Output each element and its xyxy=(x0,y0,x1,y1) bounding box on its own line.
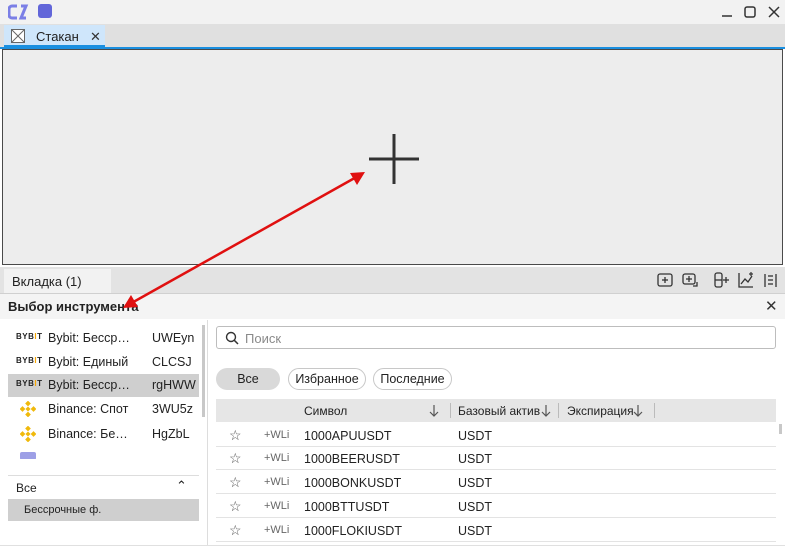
base-asset-cell: USDT xyxy=(458,524,493,538)
panel-header: Выбор инструмента ✕ xyxy=(0,294,785,319)
maximize-button[interactable] xyxy=(740,2,760,22)
bottom-divider xyxy=(0,545,785,546)
add-widget-plus-icon[interactable] xyxy=(369,134,419,184)
tab-label: Стакан xyxy=(36,29,79,44)
filter-favorites-button[interactable]: Избранное xyxy=(288,368,366,390)
tab-strip: Стакан ✕ xyxy=(0,24,785,49)
sort-arrow-icon[interactable] xyxy=(632,404,644,417)
chevron-up-icon[interactable]: ⌃ xyxy=(176,478,187,494)
symbol-cell: 1000FLOKIUSDT xyxy=(304,524,402,538)
star-icon[interactable]: ☆ xyxy=(229,498,242,515)
account-name: Bybit: Единый xyxy=(48,355,129,369)
add-list-icon[interactable] xyxy=(762,271,780,289)
search-box[interactable] xyxy=(216,326,776,349)
column-separator[interactable] xyxy=(558,403,559,418)
close-tab-icon[interactable]: ✕ xyxy=(90,29,101,45)
column-expiration[interactable]: Экспирация xyxy=(567,404,634,418)
account-code: rgHWW xyxy=(152,378,196,392)
account-name: Binance: Спот xyxy=(48,402,129,416)
add-widget-icon[interactable] xyxy=(656,271,674,289)
column-base-asset[interactable]: Базовый актив xyxy=(458,404,540,418)
symbol-cell: 1000BTTUSDT xyxy=(304,500,390,514)
orderbook-icon xyxy=(11,29,25,43)
symbol-cell: 1000BONKUSDT xyxy=(304,476,402,490)
panel-divider[interactable] xyxy=(207,320,208,545)
add-watchlist-button[interactable]: +WLi xyxy=(264,524,289,536)
title-bar xyxy=(0,0,785,24)
sort-arrow-icon[interactable] xyxy=(428,404,440,417)
account-code: HgZbL xyxy=(152,427,190,441)
category-section-header[interactable]: Все ⌃ xyxy=(8,475,199,498)
filter-recent-button[interactable]: Последние xyxy=(373,368,452,390)
account-item[interactable]: Binance: Бессрочные HgZbL xyxy=(8,423,199,446)
tab-vkladka[interactable]: Вкладка (1) xyxy=(4,269,111,293)
app-logo-icon xyxy=(7,3,30,21)
table-row[interactable]: ☆ +WLi 1000BTTUSDT USDT xyxy=(216,495,776,518)
minimize-button[interactable] xyxy=(717,2,737,22)
category-label: Бессрочные ф. xyxy=(24,504,102,516)
close-window-button[interactable] xyxy=(764,2,784,22)
account-code: 3WU5z xyxy=(152,402,193,416)
add-watchlist-button[interactable]: +WLi xyxy=(264,500,289,512)
table-scrollbar[interactable] xyxy=(779,424,782,434)
account-item[interactable]: BYBIT Bybit: Бессрочные UWEyn xyxy=(8,327,199,350)
table-row[interactable]: ☆ +WLi 1000APUUSDT USDT xyxy=(216,424,776,447)
base-asset-cell: USDT xyxy=(458,429,493,443)
bottom-tab-bar: Вкладка (1) xyxy=(0,267,785,294)
add-column-icon[interactable] xyxy=(712,271,730,289)
close-panel-icon[interactable]: ✕ xyxy=(765,297,778,315)
empty-widget-area[interactable] xyxy=(2,49,783,265)
tab-label: Вкладка (1) xyxy=(12,274,82,289)
column-symbol[interactable]: Символ xyxy=(304,404,347,418)
list-scrollbar[interactable] xyxy=(202,325,205,417)
column-separator[interactable] xyxy=(654,403,655,418)
symbol-cell: 1000APUUSDT xyxy=(304,429,392,443)
search-icon xyxy=(225,331,239,345)
search-input[interactable] xyxy=(243,329,767,348)
filter-all-button[interactable]: Все xyxy=(216,368,280,390)
column-separator[interactable] xyxy=(450,403,451,418)
base-asset-cell: USDT xyxy=(458,500,493,514)
binance-icon xyxy=(19,425,37,443)
account-item[interactable]: Binance: Спот 3WU5z xyxy=(8,398,199,421)
account-code: UWEyn xyxy=(152,331,195,345)
add-watchlist-button[interactable]: +WLi xyxy=(264,452,289,464)
account-item-selected[interactable]: BYBIT Bybit: Бессрочные rgHWW xyxy=(8,374,199,397)
binance-icon xyxy=(19,400,37,418)
bybit-logo: BYBIT xyxy=(16,379,43,388)
broker-logo-icon xyxy=(20,452,36,459)
add-watchlist-button[interactable]: +WLi xyxy=(264,429,289,441)
base-asset-cell: USDT xyxy=(458,452,493,466)
add-watchlist-button[interactable]: +WLi xyxy=(264,476,289,488)
category-item-selected[interactable]: Бессрочные ф. xyxy=(8,499,199,521)
panel-title: Выбор инструмента xyxy=(8,299,139,314)
account-item-partial[interactable] xyxy=(8,447,199,459)
tab-stakan[interactable]: Стакан ✕ xyxy=(4,25,105,47)
account-name: Bybit: Бессрочные xyxy=(48,378,132,392)
base-asset-cell: USDT xyxy=(458,476,493,490)
table-row[interactable]: ☆ +WLi 1000FLOKIUSDT USDT xyxy=(216,519,776,542)
app-menu-icon[interactable] xyxy=(38,4,52,18)
star-icon[interactable]: ☆ xyxy=(229,427,242,444)
star-icon[interactable]: ☆ xyxy=(229,522,242,539)
symbol-cell: 1000BEERUSDT xyxy=(304,452,400,466)
add-chart-icon[interactable] xyxy=(737,271,755,289)
table-row[interactable]: ☆ +WLi 1000BONKUSDT USDT xyxy=(216,471,776,494)
account-name: Bybit: Бессрочные xyxy=(48,331,132,345)
account-item[interactable]: BYBIT Bybit: Единый CLCSJ xyxy=(8,351,199,374)
star-icon[interactable]: ☆ xyxy=(229,474,242,491)
bybit-logo: BYBIT xyxy=(16,332,43,341)
account-code: CLCSJ xyxy=(152,355,192,369)
sort-arrow-icon[interactable] xyxy=(540,404,552,417)
star-icon[interactable]: ☆ xyxy=(229,450,242,467)
add-linked-widget-icon[interactable] xyxy=(681,271,699,289)
table-header: Символ Базовый актив Экспирация xyxy=(216,399,776,422)
table-row[interactable]: ☆ +WLi 1000BEERUSDT USDT xyxy=(216,447,776,470)
bybit-logo: BYBIT xyxy=(16,356,43,365)
account-name: Binance: Бессрочные xyxy=(48,427,132,441)
category-title: Все xyxy=(16,481,37,495)
